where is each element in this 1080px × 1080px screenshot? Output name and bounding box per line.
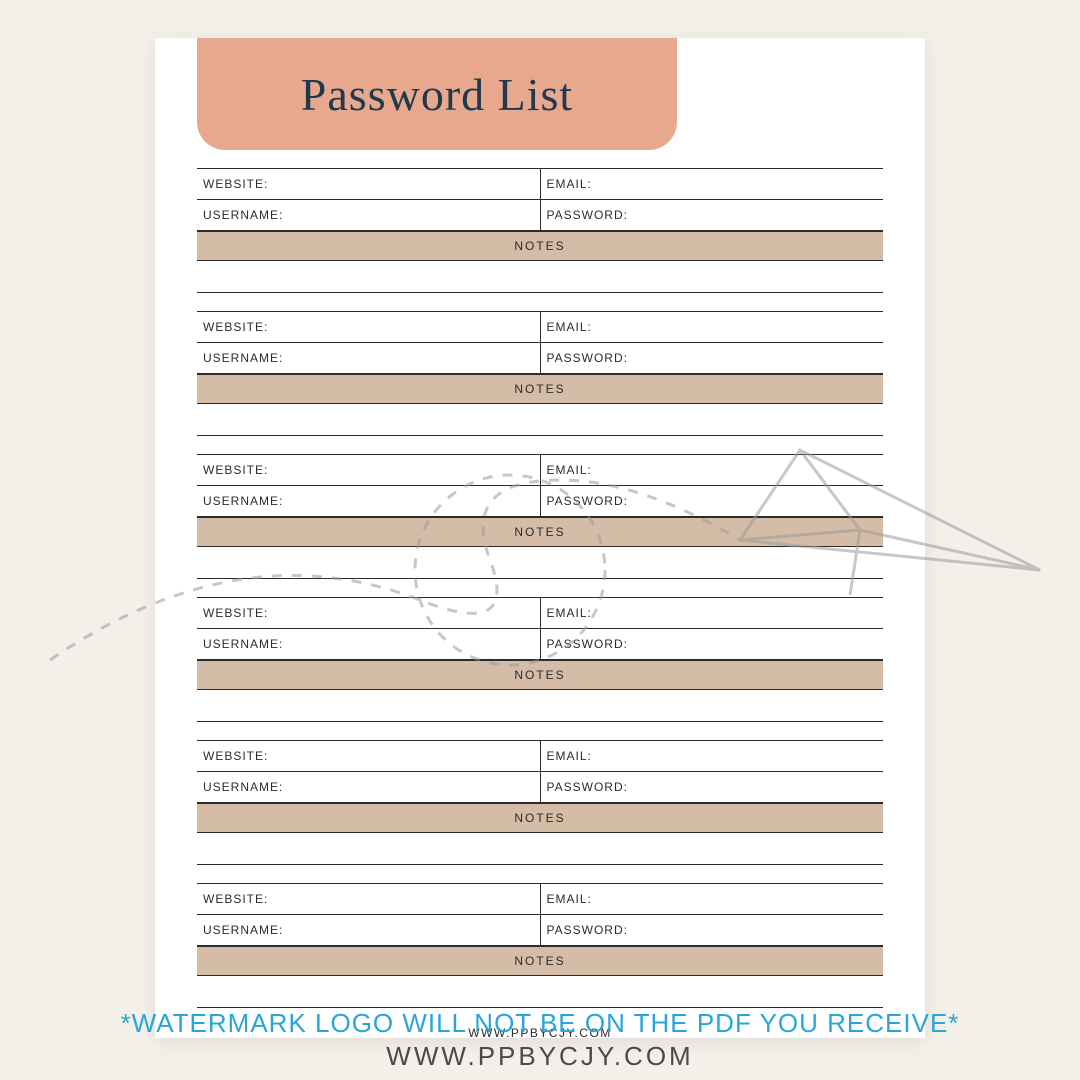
email-label: EMAIL: bbox=[540, 884, 884, 914]
notes-line bbox=[197, 404, 883, 436]
email-label: EMAIL: bbox=[540, 312, 884, 342]
website-label: WEBSITE: bbox=[197, 169, 540, 199]
notes-label: NOTES bbox=[197, 803, 883, 833]
notes-label: NOTES bbox=[197, 517, 883, 547]
password-label: PASSWORD: bbox=[540, 486, 884, 516]
notes-label: NOTES bbox=[197, 946, 883, 976]
password-entry: WEBSITE:EMAIL:USERNAME:PASSWORD:NOTES bbox=[197, 597, 883, 722]
notes-line bbox=[197, 547, 883, 579]
username-label: USERNAME: bbox=[197, 200, 540, 230]
notes-line bbox=[197, 833, 883, 865]
username-label: USERNAME: bbox=[197, 772, 540, 802]
notes-line bbox=[197, 261, 883, 293]
page-title: Password List bbox=[301, 68, 573, 121]
title-banner: Password List bbox=[197, 38, 677, 150]
email-label: EMAIL: bbox=[540, 455, 884, 485]
website-label: WEBSITE: bbox=[197, 884, 540, 914]
website-label: WEBSITE: bbox=[197, 598, 540, 628]
email-label: EMAIL: bbox=[540, 598, 884, 628]
password-entry: WEBSITE:EMAIL:USERNAME:PASSWORD:NOTES bbox=[197, 454, 883, 579]
entries-container: WEBSITE:EMAIL:USERNAME:PASSWORD:NOTESWEB… bbox=[197, 168, 883, 1008]
password-label: PASSWORD: bbox=[540, 772, 884, 802]
caption-watermark-note: *WATERMARK LOGO WILL NOT BE ON THE PDF Y… bbox=[0, 1008, 1080, 1039]
caption-block: *WATERMARK LOGO WILL NOT BE ON THE PDF Y… bbox=[0, 1008, 1080, 1072]
notes-label: NOTES bbox=[197, 374, 883, 404]
email-label: EMAIL: bbox=[540, 169, 884, 199]
password-entry: WEBSITE:EMAIL:USERNAME:PASSWORD:NOTES bbox=[197, 311, 883, 436]
username-label: USERNAME: bbox=[197, 629, 540, 659]
password-entry: WEBSITE:EMAIL:USERNAME:PASSWORD:NOTES bbox=[197, 883, 883, 1008]
password-label: PASSWORD: bbox=[540, 200, 884, 230]
notes-line bbox=[197, 690, 883, 722]
notes-line bbox=[197, 976, 883, 1008]
username-label: USERNAME: bbox=[197, 343, 540, 373]
password-label: PASSWORD: bbox=[540, 629, 884, 659]
notes-label: NOTES bbox=[197, 231, 883, 261]
username-label: USERNAME: bbox=[197, 915, 540, 945]
password-entry: WEBSITE:EMAIL:USERNAME:PASSWORD:NOTES bbox=[197, 740, 883, 865]
document-page: Password List WEBSITE:EMAIL:USERNAME:PAS… bbox=[155, 38, 925, 1038]
password-label: PASSWORD: bbox=[540, 343, 884, 373]
caption-url: WWW.PPBYCJY.COM bbox=[0, 1041, 1080, 1072]
username-label: USERNAME: bbox=[197, 486, 540, 516]
website-label: WEBSITE: bbox=[197, 741, 540, 771]
notes-label: NOTES bbox=[197, 660, 883, 690]
email-label: EMAIL: bbox=[540, 741, 884, 771]
website-label: WEBSITE: bbox=[197, 455, 540, 485]
password-label: PASSWORD: bbox=[540, 915, 884, 945]
password-entry: WEBSITE:EMAIL:USERNAME:PASSWORD:NOTES bbox=[197, 168, 883, 293]
website-label: WEBSITE: bbox=[197, 312, 540, 342]
